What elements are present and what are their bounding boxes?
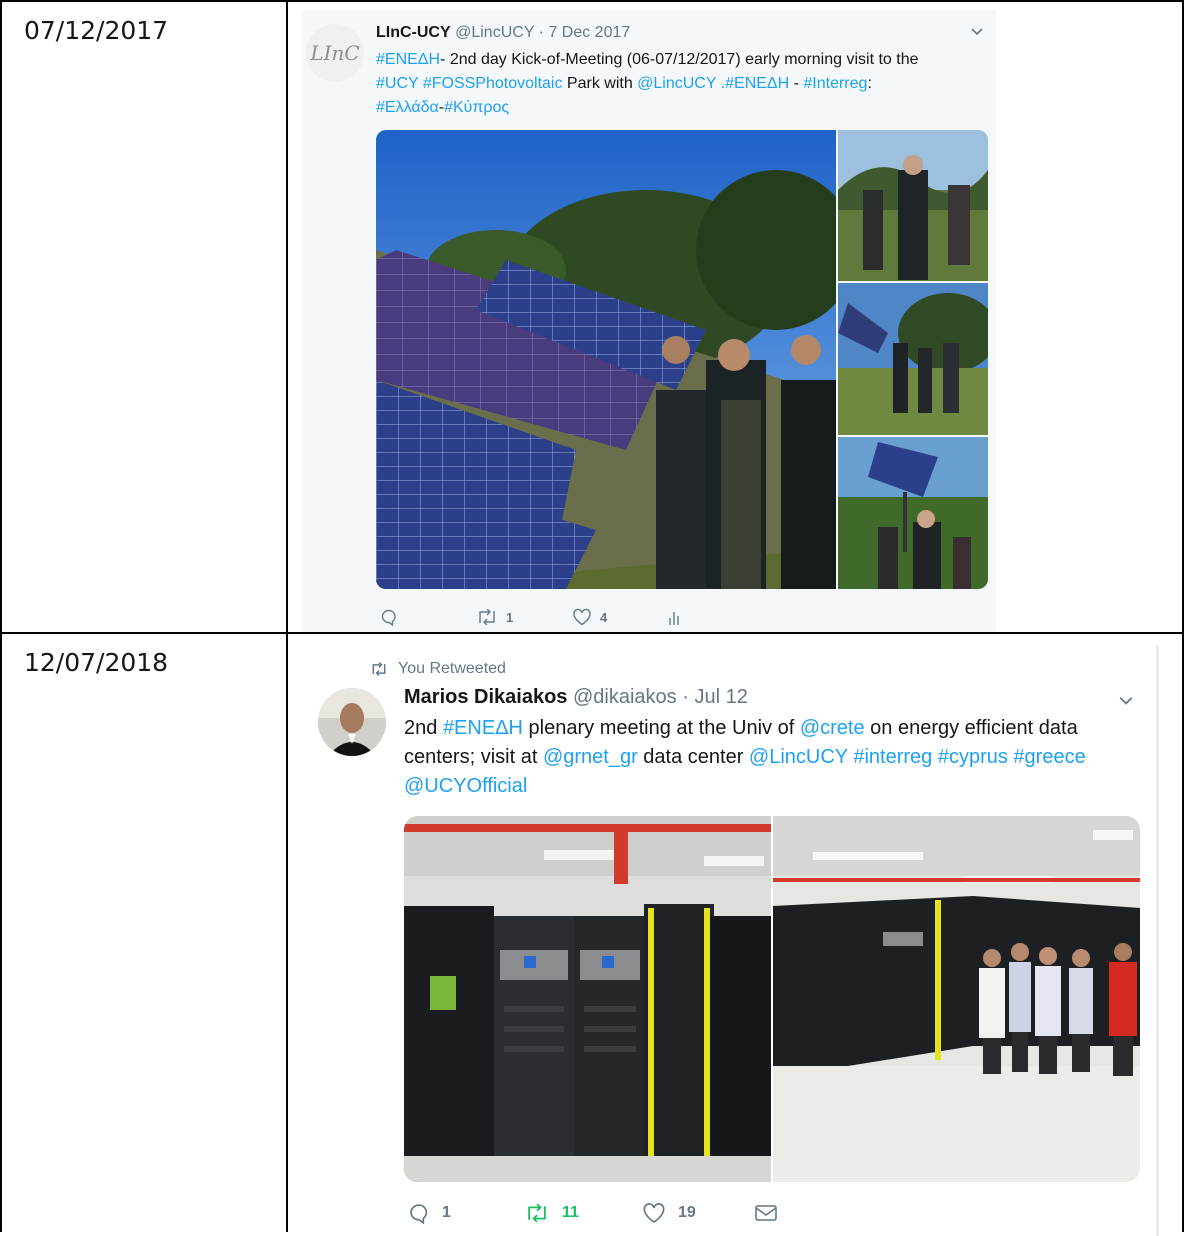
text-segment: - 2nd day Kick-of-Meeting (06-07/12/2017… bbox=[440, 51, 919, 68]
text-segment: 2nd bbox=[404, 717, 443, 739]
text-segment: on energy efficient data bbox=[864, 717, 1078, 739]
chevron-down-icon[interactable] bbox=[970, 24, 984, 38]
text-segment: data center bbox=[637, 746, 749, 768]
retweet-icon bbox=[476, 609, 498, 625]
avatar-logo-text: LInC bbox=[310, 41, 360, 65]
like-icon bbox=[572, 608, 592, 626]
like-button[interactable]: 4 bbox=[572, 608, 668, 626]
tweet-card[interactable]: You Retweeted Marios Dikaiakos @dikaiako… bbox=[302, 646, 1160, 1236]
text-segment: - bbox=[789, 75, 804, 92]
author-name[interactable]: LInC-UCY bbox=[376, 24, 451, 41]
author-handle[interactable]: @LincUCY bbox=[455, 24, 534, 41]
photo-group-walk[interactable] bbox=[838, 130, 988, 281]
avatar[interactable] bbox=[318, 688, 386, 756]
like-count: 4 bbox=[600, 609, 608, 625]
text-segment: centers; visit at bbox=[404, 746, 543, 768]
scrollbar-track[interactable] bbox=[1156, 646, 1159, 1236]
hashtag-link[interactable]: #ΕΝΕΔΗ bbox=[443, 717, 523, 739]
mention-link[interactable]: @LincUCY .#ΕΝΕΔΗ bbox=[637, 75, 789, 92]
tweet-actions: 1 4 bbox=[380, 608, 682, 626]
hashtag-link[interactable]: #Κύπρος bbox=[444, 99, 509, 116]
text-segment: : bbox=[867, 75, 872, 92]
hashtag-link[interactable]: #UCY #FOSSPhotovoltaic bbox=[376, 75, 562, 92]
photo-group-field[interactable] bbox=[838, 283, 988, 435]
photo-grid bbox=[376, 130, 988, 589]
direct-message-button[interactable] bbox=[754, 1203, 778, 1223]
analytics-icon bbox=[668, 609, 682, 625]
hashtag-link[interactable]: #Interreg bbox=[803, 75, 867, 92]
separator-dot: · bbox=[682, 686, 689, 708]
photo-server-racks[interactable] bbox=[404, 816, 771, 1182]
separator-dot: · bbox=[538, 24, 544, 41]
retweeted-indicator: You Retweeted bbox=[370, 660, 506, 678]
tweet-time[interactable]: Jul 12 bbox=[694, 686, 747, 708]
like-count: 19 bbox=[678, 1204, 696, 1221]
chevron-down-icon[interactable] bbox=[1118, 692, 1134, 708]
text-segment: Park with bbox=[562, 75, 638, 92]
retweeted-label: You Retweeted bbox=[398, 660, 506, 677]
hashtag-link[interactable]: @LincUCY #interreg #cyprus #greece bbox=[749, 746, 1086, 768]
author-name[interactable]: Marios Dikaiakos bbox=[404, 686, 567, 708]
hashtag-link[interactable]: #ΕΝΕΔΗ bbox=[376, 51, 440, 68]
photo-grid bbox=[404, 816, 1140, 1182]
retweet-count: 11 bbox=[562, 1204, 579, 1221]
mention-link[interactable]: @crete bbox=[800, 717, 865, 739]
date-text: 07/12/2017 bbox=[24, 16, 169, 45]
tweet-header: Marios Dikaiakos @dikaiakos · Jul 12 bbox=[404, 686, 748, 709]
author-handle[interactable]: @dikaiakos bbox=[573, 686, 677, 708]
tweet-text: 2nd #ΕΝΕΔΗ plenary meeting at the Univ o… bbox=[404, 714, 1144, 801]
tweet-text: #ΕΝΕΔΗ- 2nd day Kick-of-Meeting (06-07/1… bbox=[376, 48, 986, 120]
reply-icon bbox=[408, 1202, 430, 1224]
tweet-header: LInC-UCY @LincUCY · 7 Dec 2017 bbox=[376, 24, 630, 42]
date-cell: 12/07/2018 bbox=[0, 632, 288, 1232]
tweet-card[interactable]: LInC LInC-UCY @LincUCY · 7 Dec 2017 #ΕΝΕ… bbox=[302, 10, 996, 632]
reply-button[interactable]: 1 bbox=[408, 1202, 524, 1224]
photo-solar-park[interactable] bbox=[376, 130, 836, 589]
text-segment: plenary meeting at the Univ of bbox=[523, 717, 800, 739]
photo-group-panel[interactable] bbox=[838, 437, 988, 589]
hashtag-link[interactable]: #Ελλάδα bbox=[376, 99, 439, 116]
mail-icon bbox=[754, 1203, 778, 1223]
retweet-icon bbox=[524, 1204, 550, 1222]
date-cell: 07/12/2017 bbox=[0, 0, 288, 634]
avatar[interactable]: LInC bbox=[306, 24, 364, 82]
retweet-count: 1 bbox=[506, 609, 514, 625]
tweet-actions: 1 11 19 bbox=[408, 1202, 778, 1224]
retweet-button[interactable]: 1 bbox=[476, 609, 572, 625]
tweet-time[interactable]: 7 Dec 2017 bbox=[548, 24, 630, 41]
mention-link[interactable]: @UCYOfficial bbox=[404, 775, 527, 797]
photo-team-datacenter[interactable] bbox=[773, 816, 1140, 1182]
reply-count: 1 bbox=[442, 1204, 451, 1221]
retweet-small-icon bbox=[370, 662, 388, 676]
like-button[interactable]: 19 bbox=[642, 1202, 754, 1224]
reply-icon bbox=[380, 608, 398, 626]
analytics-button[interactable] bbox=[668, 609, 682, 625]
mention-link[interactable]: @grnet_gr bbox=[543, 746, 638, 768]
date-text: 12/07/2018 bbox=[24, 648, 169, 677]
like-icon bbox=[642, 1202, 666, 1224]
reply-button[interactable] bbox=[380, 608, 476, 626]
retweet-button[interactable]: 11 bbox=[524, 1204, 642, 1222]
